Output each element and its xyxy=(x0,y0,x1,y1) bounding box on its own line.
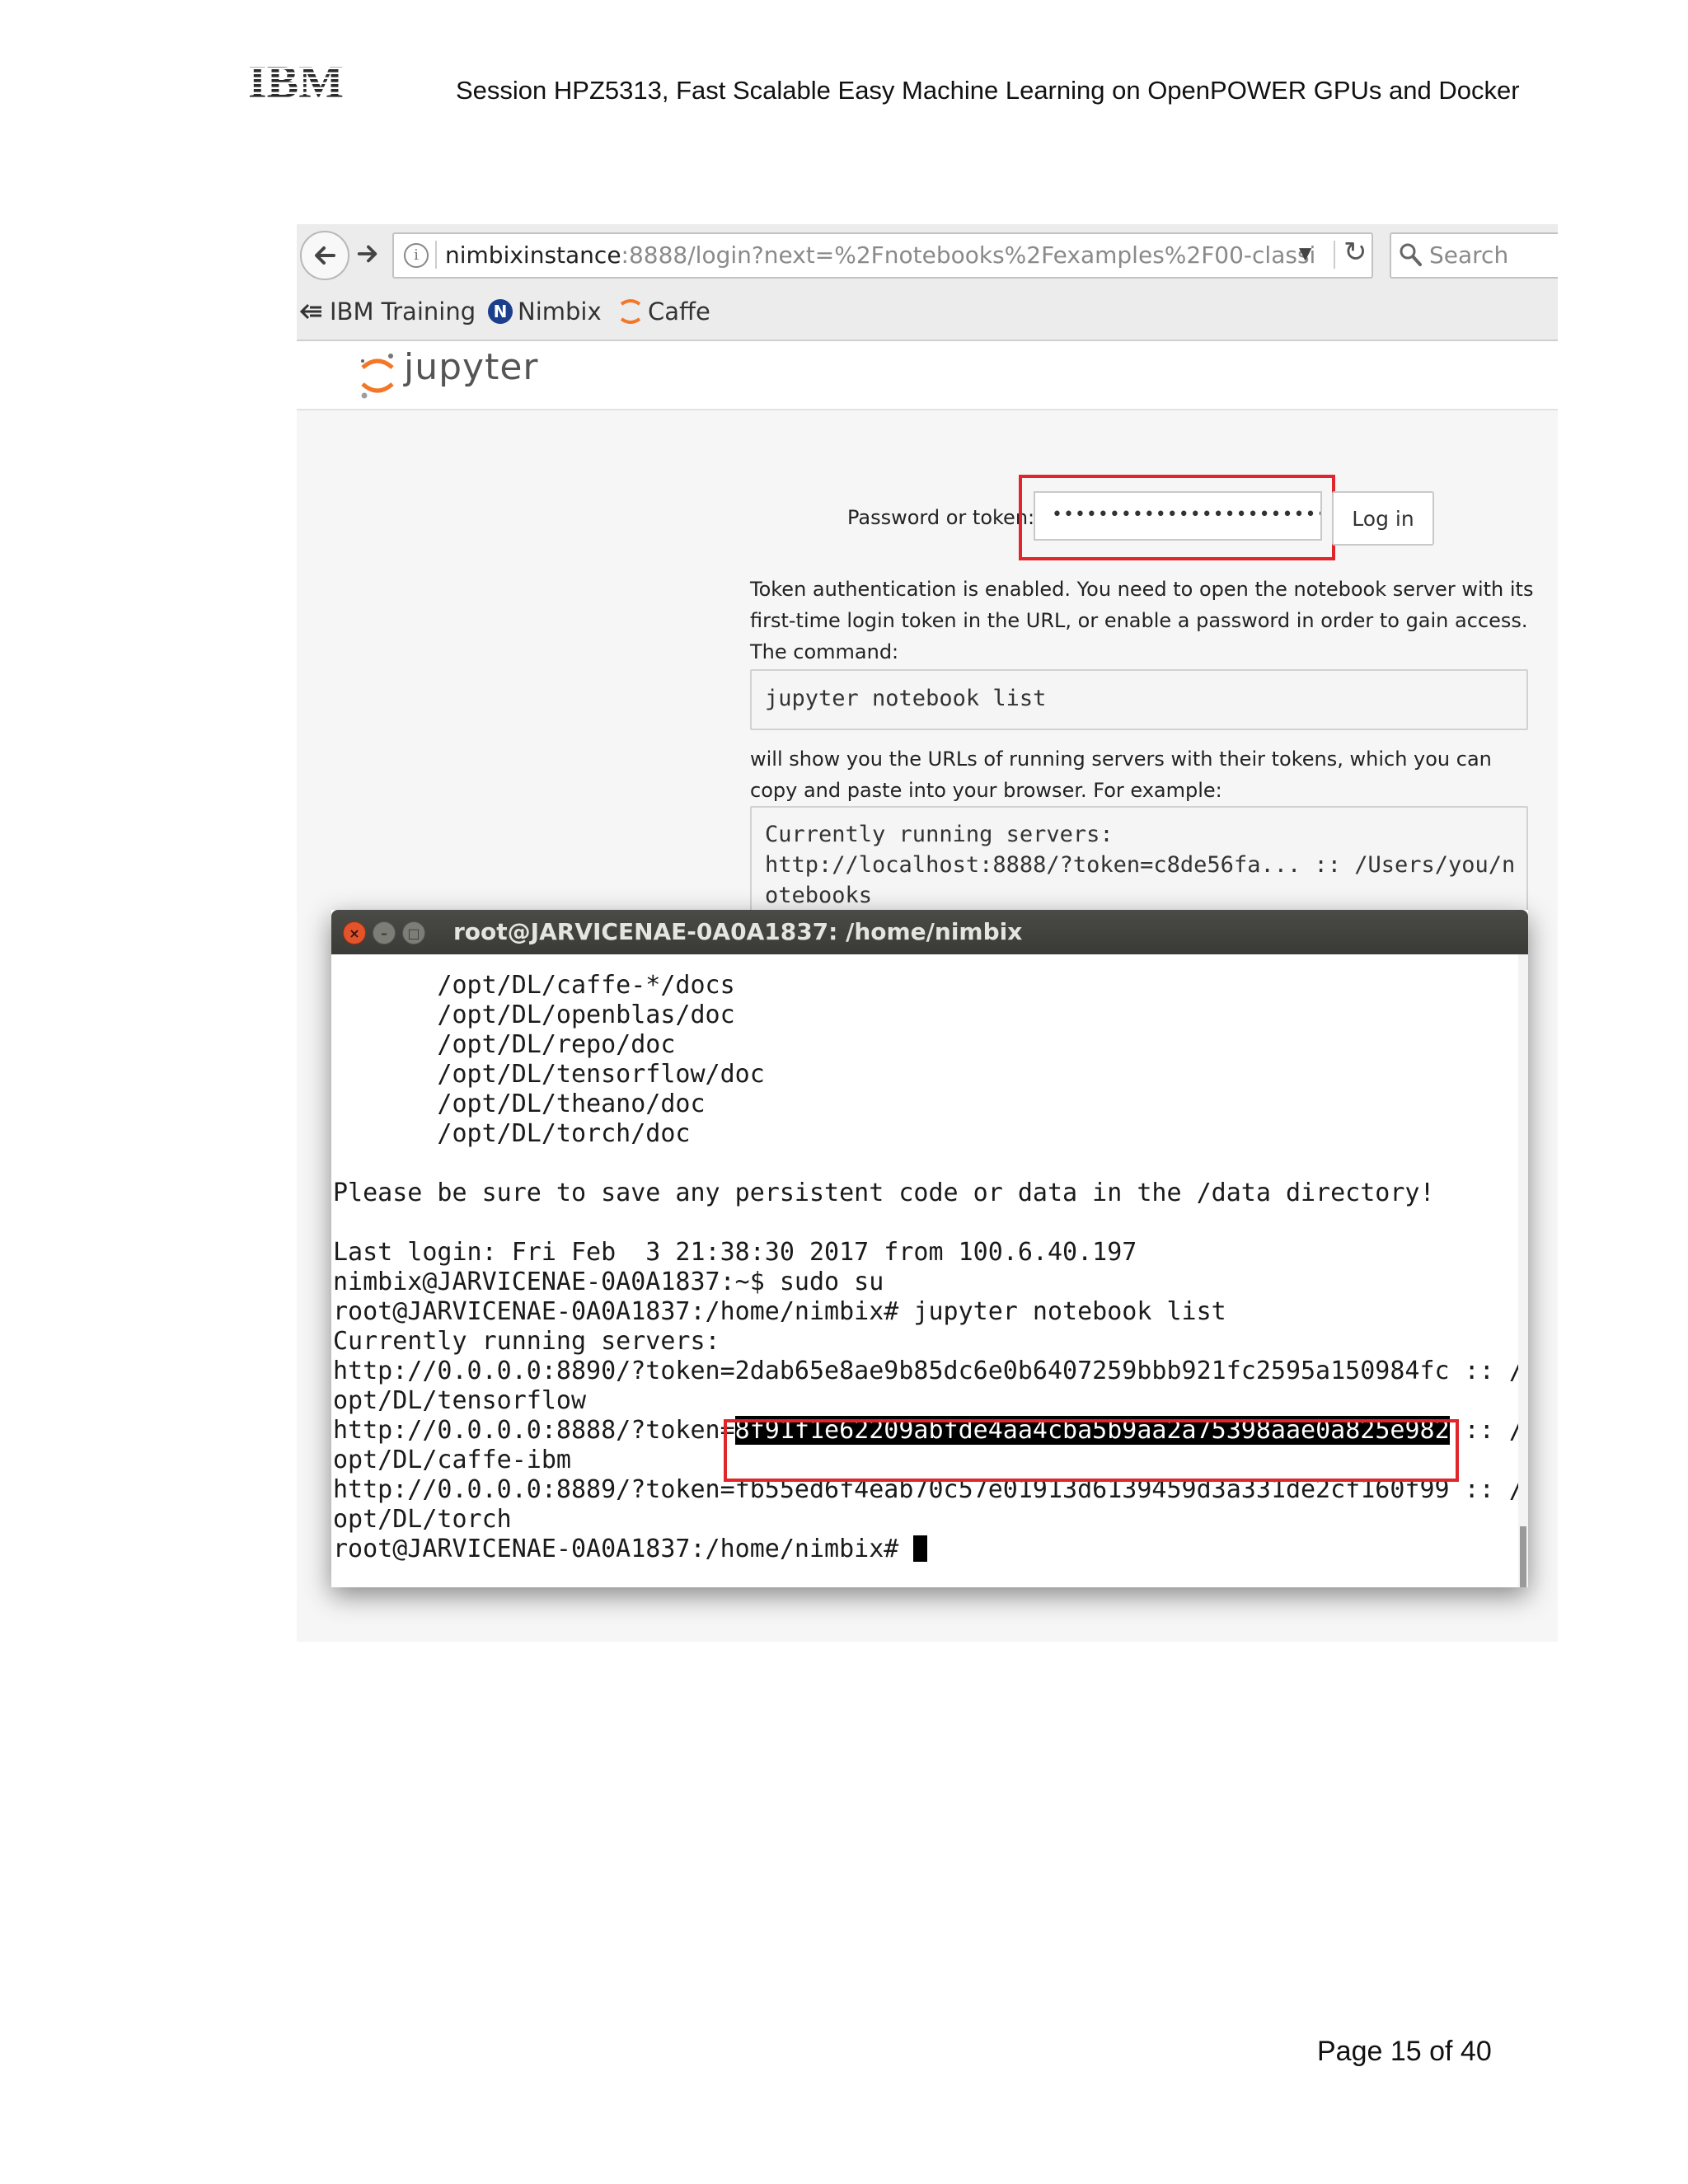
terminal-titlebar[interactable]: × – □ root@JARVICENAE-0A0A1837: /home/ni… xyxy=(331,910,1528,954)
divider xyxy=(435,241,437,269)
nimbix-icon: N xyxy=(488,299,513,324)
bookmark-label: Caffe xyxy=(648,298,710,326)
scrollbar-thumb[interactable] xyxy=(1520,1526,1526,1587)
terminal-prompt-line[interactable]: root@JARVICENAE-0A0A1837:/home/nimbix# xyxy=(333,1535,928,1564)
search-placeholder: Search xyxy=(1429,241,1509,269)
terminal-output[interactable]: /opt/DL/caffe-*/docs /opt/DL/openblas/do… xyxy=(333,954,1520,1587)
page-number: Page 15 of 40 xyxy=(1317,2036,1492,2067)
code-line: Currently running servers: xyxy=(765,822,1114,847)
terminal-line: Please be sure to save any persistent co… xyxy=(333,1179,1435,1207)
token-line-suffix: :: / xyxy=(1449,1416,1520,1445)
token-highlight-box xyxy=(724,1419,1459,1482)
terminal-line: Last login: Fri Feb 3 21:38:30 2017 from… xyxy=(333,1238,1137,1267)
terminal-line: opt/DL/torch xyxy=(333,1505,512,1534)
back-button[interactable] xyxy=(300,231,349,280)
url-path: :8888/login?next=%2Fnotebooks%2Fexamples… xyxy=(621,241,1316,269)
terminal-window[interactable]: × – □ root@JARVICENAE-0A0A1837: /home/ni… xyxy=(331,910,1528,1587)
reload-icon[interactable]: ↻ xyxy=(1343,236,1367,269)
terminal-line: /opt/DL/torch/doc xyxy=(333,1119,691,1148)
terminal-line: root@JARVICENAE-0A0A1837:/home/nimbix# j… xyxy=(333,1297,1226,1326)
login-button[interactable]: Log in xyxy=(1332,491,1434,546)
terminal-line: /opt/DL/theano/doc xyxy=(333,1090,706,1118)
divider xyxy=(1334,241,1335,269)
forward-icon xyxy=(357,245,377,263)
bookmarks-bar: IBM Training N Nimbix Caffe xyxy=(297,285,1558,341)
svg-text:IBM: IBM xyxy=(248,59,344,101)
bookmark-ibm-training[interactable]: IBM Training xyxy=(300,295,476,328)
terminal-line: /opt/DL/tensorflow/doc xyxy=(333,1060,765,1089)
jupyter-wordmark: jupyter xyxy=(404,346,539,388)
search-icon xyxy=(1400,243,1422,266)
url-text[interactable]: nimbixinstance:8888/login?next=%2Fnotebo… xyxy=(445,241,1315,269)
ibm-training-icon xyxy=(300,303,321,320)
code-line: otebooks xyxy=(765,883,873,908)
maximize-icon: □ xyxy=(407,925,420,941)
back-icon xyxy=(315,246,335,265)
info-icon[interactable]: i xyxy=(404,243,429,268)
terminal-cursor xyxy=(913,1535,928,1562)
bookmark-nimbix[interactable]: N Nimbix xyxy=(488,295,602,328)
terminal-line: Currently running servers: xyxy=(333,1327,720,1356)
token-line-prefix: http://0.0.0.0:8888/?token= xyxy=(333,1416,735,1445)
terminal-scrollbar[interactable] xyxy=(1518,954,1528,1587)
terminal-prompt: root@JARVICENAE-0A0A1837:/home/nimbix# xyxy=(333,1535,914,1563)
url-bar[interactable]: i nimbixinstance:8888/login?next=%2Fnote… xyxy=(392,232,1373,279)
code-line: http://localhost:8888/?token=c8de56fa...… xyxy=(765,852,1516,878)
terminal-line: /opt/DL/caffe-*/docs xyxy=(333,971,735,1000)
dropdown-icon[interactable]: ▼ xyxy=(1299,243,1311,263)
browser-toolbar: i nimbixinstance:8888/login?next=%2Fnote… xyxy=(297,224,1558,286)
minimize-button[interactable]: – xyxy=(373,921,396,944)
document-title: Session HPZ5313, Fast Scalable Easy Mach… xyxy=(456,76,1520,105)
forward-button[interactable] xyxy=(349,231,386,277)
minimize-icon: – xyxy=(381,925,387,941)
password-label: Password or token: xyxy=(847,506,1035,529)
url-host: nimbixinstance xyxy=(445,241,621,269)
terminal-line: opt/DL/caffe-ibm xyxy=(333,1446,571,1474)
terminal-line: /opt/DL/repo/doc xyxy=(333,1030,676,1059)
bookmark-label: IBM Training xyxy=(330,298,476,326)
terminal-title: root@JARVICENAE-0A0A1837: /home/nimbix xyxy=(453,918,1023,945)
terminal-line: nimbix@JARVICENAE-0A0A1837:~$ sudo su xyxy=(333,1268,884,1296)
search-input[interactable]: Search xyxy=(1390,232,1558,279)
ibm-logo: IBM xyxy=(248,59,344,101)
close-icon: × xyxy=(349,925,360,941)
command-code-block: jupyter notebook list xyxy=(750,669,1528,730)
maximize-button[interactable]: □ xyxy=(402,921,425,944)
close-button[interactable]: × xyxy=(343,921,366,944)
password-highlight-box xyxy=(1019,475,1335,560)
terminal-line: opt/DL/tensorflow xyxy=(333,1386,587,1415)
jupyter-logo-icon xyxy=(361,354,394,399)
example-help-text: will show you the URLs of running server… xyxy=(750,748,1492,802)
terminal-line: http://0.0.0.0:8890/?token=2dab65e8ae9b8… xyxy=(333,1357,1520,1385)
bookmark-label: Nimbix xyxy=(518,298,602,326)
token-help-text: Token authentication is enabled. You nee… xyxy=(750,578,1534,663)
bookmark-caffe[interactable]: Caffe xyxy=(618,295,710,328)
jupyter-header: jupyter xyxy=(297,341,1558,410)
caffe-icon xyxy=(620,299,641,324)
terminal-line: /opt/DL/openblas/doc xyxy=(333,1001,735,1029)
